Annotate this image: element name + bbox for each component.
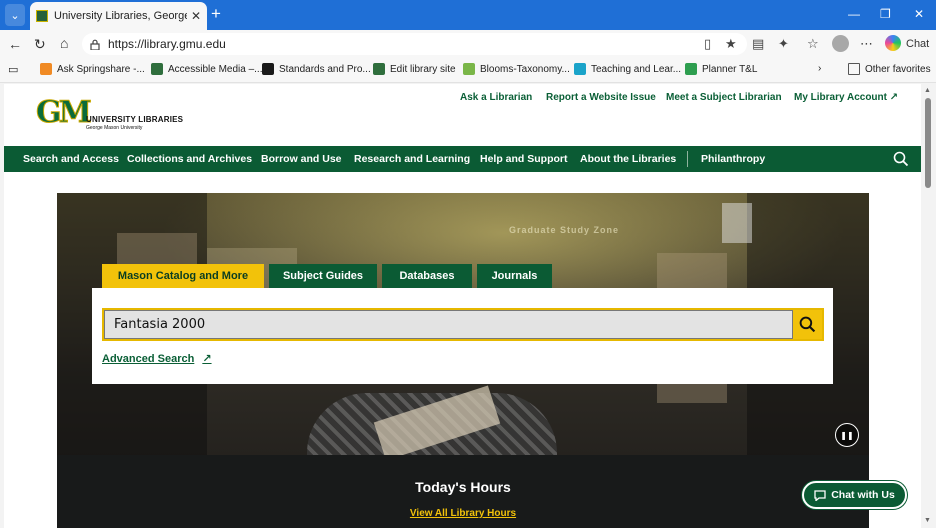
springshare-icon [40,63,52,75]
minimize-button[interactable]: — [848,7,860,21]
back-button[interactable]: ← [8,36,22,52]
nav-help-support[interactable]: Help and Support [480,153,568,165]
new-tab-button[interactable]: + [211,5,221,23]
copilot-chat-label[interactable]: Chat [906,38,929,50]
blackboard-icon [262,63,274,75]
favorite-star-icon[interactable]: ★ [725,36,737,52]
report-issue-link[interactable]: Report a Website Issue [546,92,656,103]
favorite-item[interactable]: Planner T&L [685,63,757,75]
advanced-search-link[interactable]: Advanced Search ↗ [102,352,212,366]
pause-slideshow-button[interactable]: ❚❚ [835,423,859,447]
todays-hours-section: Today's Hours View All Library Hours [57,455,869,528]
nav-philanthropy[interactable]: Philanthropy [701,153,765,165]
restore-button[interactable]: ❐ [880,7,891,21]
nav-divider [687,151,688,167]
home-button[interactable]: ⌂ [60,35,68,51]
scroll-up-icon[interactable]: ▲ [924,87,931,94]
lock-icon[interactable] [88,37,102,51]
tab-databases[interactable]: Databases [382,264,472,288]
catalog-search-input[interactable] [104,310,793,339]
chat-with-us-button[interactable]: Chat with Us [802,481,907,509]
favorite-item[interactable]: Blooms-Taxonomy... [463,63,570,75]
other-favorites-label: Other favorites [865,63,931,75]
tab-mason-catalog[interactable]: Mason Catalog and More [102,264,264,288]
collections-icon[interactable]: ▤ [752,36,764,52]
main-navigation: Search and Access Collections and Archiv… [4,146,921,172]
favorites-bar-menu-icon[interactable]: ▭ [8,63,18,76]
planner-icon [685,63,697,75]
favorite-item[interactable]: Teaching and Lear... [574,63,681,75]
refresh-button[interactable]: ↻ [34,36,46,53]
tab-subject-guides[interactable]: Subject Guides [269,264,377,288]
advanced-search-label: Advanced Search [102,352,195,365]
scroll-down-icon[interactable]: ▼ [924,517,931,524]
hours-title: Today's Hours [415,479,511,495]
favorite-label: Teaching and Lear... [591,63,682,75]
nav-about-libraries[interactable]: About the Libraries [580,153,676,165]
favorite-label: Ask Springshare -... [57,63,145,75]
browser-titlebar: ⌄ University Libraries, George Mason ✕ +… [0,0,936,30]
favorite-item[interactable]: Ask Springshare -... [40,63,145,75]
logo-name: UNIVERSITY LIBRARIES [86,115,184,124]
library-account-link[interactable]: My Library Account ↗ [794,92,898,103]
url-text: https://library.gmu.edu [108,37,226,51]
favorite-label: Blooms-Taxonomy... [480,63,570,75]
chat-bubble-icon [814,489,826,501]
external-arrow-icon: ↗ [202,353,212,365]
profile-avatar[interactable] [832,35,849,52]
favorites-bar: ▭ Ask Springshare -... Accessible Media … [0,59,936,83]
gmu-icon [151,63,163,75]
logo-mark: GM [36,95,93,130]
favorites-list-icon[interactable]: ☆ [807,36,819,52]
page-scrollbar[interactable]: ▲ ▼ [921,84,936,528]
meet-librarian-link[interactable]: Meet a Subject Librarian [666,92,782,103]
other-favorites[interactable]: Other favorites [848,63,931,75]
tab-actions-menu[interactable]: ⌄ [5,4,25,26]
chevron-right-icon[interactable]: › [818,63,821,74]
scrollbar-thumb[interactable] [925,98,931,188]
site-logo[interactable]: GM UNIVERSITY LIBRARIES George Mason Uni… [36,95,186,134]
teaching-icon [574,63,586,75]
favorite-item[interactable]: Accessible Media –... [151,63,263,75]
tab-journals[interactable]: Journals [477,264,552,288]
nav-collections-archives[interactable]: Collections and Archives [127,153,252,165]
favorite-item[interactable]: Edit library site [373,63,456,75]
favorite-label: Standards and Pro... [279,63,371,75]
nav-research-learning[interactable]: Research and Learning [354,153,470,165]
favorite-label: Edit library site [390,63,456,75]
folder-icon [848,63,860,75]
site-search-icon[interactable] [893,151,909,167]
favorite-label: Accessible Media –... [168,63,263,75]
reader-view-icon[interactable]: ▯ [704,36,711,52]
chat-with-us-label: Chat with Us [831,489,895,501]
hero-sign [722,203,752,243]
search-panel: Advanced Search ↗ [92,288,833,384]
close-tab-icon[interactable]: ✕ [191,9,201,23]
search-submit-button[interactable] [793,310,822,339]
view-all-hours-link[interactable]: View All Library Hours [57,508,869,519]
favorite-item[interactable]: Standards and Pro... [262,63,371,75]
address-bar[interactable]: https://library.gmu.edu [82,33,747,55]
page-viewport: GM UNIVERSITY LIBRARIES George Mason Uni… [4,84,921,528]
browser-tab-active[interactable]: University Libraries, George Mason ✕ [30,2,207,30]
gmu-favicon-icon [36,10,48,22]
hero-sign-text: Graduate Study Zone [509,225,620,235]
nav-borrow-use[interactable]: Borrow and Use [261,153,342,165]
close-window-button[interactable]: ✕ [914,7,924,21]
logo-subtitle: George Mason University [86,125,143,131]
gmu-icon [373,63,385,75]
extensions-icon[interactable]: ✦ [778,36,789,52]
catalog-search-box [102,308,824,341]
tab-title: University Libraries, George Mason [54,10,187,22]
copilot-icon[interactable] [885,35,901,51]
more-options-icon[interactable]: ⋯ [860,36,873,52]
blooms-icon [463,63,475,75]
nav-search-access[interactable]: Search and Access [23,153,119,165]
favorite-label: Planner T&L [702,63,758,75]
ask-librarian-link[interactable]: Ask a Librarian [460,92,532,103]
